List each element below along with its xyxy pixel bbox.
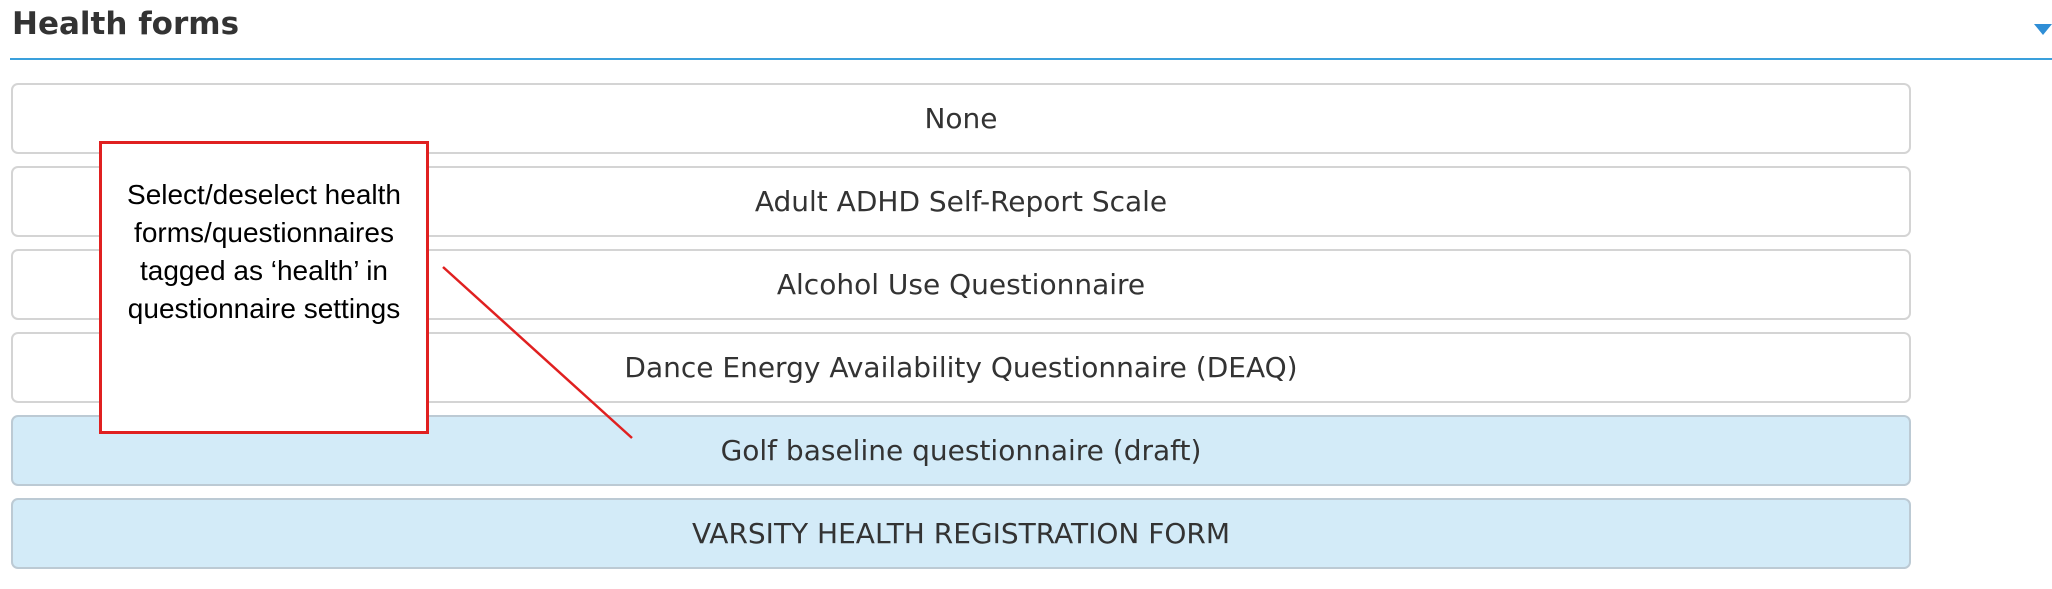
annotation-pointer: [442, 266, 633, 439]
annotation-pointer-line: [442, 266, 633, 439]
